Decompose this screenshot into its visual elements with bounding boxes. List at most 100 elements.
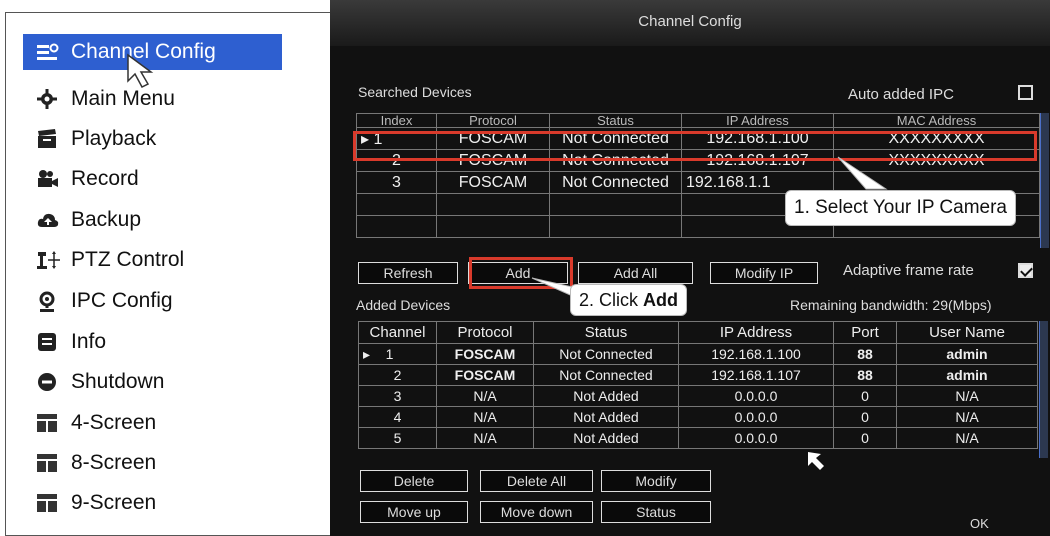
grid-icon [37,453,57,473]
mouse-cursor-icon [127,53,154,88]
menu-item-label: Info [71,330,107,353]
col-header-status[interactable]: Status [533,321,679,344]
col-header-index[interactable]: Index [356,113,437,128]
menu-item-label: 4-Screen [71,411,157,434]
table-cell: N/A [436,406,534,428]
table-row[interactable]: 2 FOSCAM Not Connected 192.168.1.107 88 … [358,364,1038,386]
modify-button[interactable]: Modify [601,470,711,492]
menu-item-ptz-control[interactable]: PTZ Control [23,242,283,278]
menu-item-playback[interactable]: Playback [23,121,283,157]
table-cell: Not Connected [533,364,679,386]
table-cell: N/A [436,385,534,407]
menu-item-shutdown[interactable]: Shutdown [23,364,283,400]
added-scrollbar[interactable] [1039,321,1048,458]
table-row[interactable]: ▸ 1 FOSCAM Not Connected 192.168.1.100 8… [358,343,1038,365]
table-cell: ▸ 1 [358,343,437,365]
cloud-icon [37,210,59,230]
table-cell: N/A [896,427,1038,449]
refresh-button[interactable]: Refresh [358,262,458,284]
table-cell: 2 [358,364,437,386]
col-header-port[interactable]: Port [833,321,897,344]
grid-icon [37,493,57,513]
menu-item-ipc-config[interactable]: IPC Config [23,283,283,319]
menu-item-label: 8-Screen [71,451,157,474]
col-header-status[interactable]: Status [549,113,682,128]
adaptive-frame-rate-checkbox[interactable] [1018,263,1033,278]
added-devices-table: Channel Protocol Status IP Address Port … [358,321,1038,449]
move-up-button[interactable]: Move up [360,501,468,523]
step1-highlight-box [353,131,1037,161]
auto-added-checkbox[interactable] [1018,85,1033,100]
adaptive-frame-rate-label: Adaptive frame rate [843,262,974,279]
table-cell: FOSCAM [436,171,550,194]
table-cell: 88 [833,364,897,386]
col-header-user-name[interactable]: User Name [896,321,1038,344]
col-header-protocol[interactable]: Protocol [436,113,550,128]
table-cell [549,193,682,216]
menu-item-8-screen[interactable]: 8-Screen [23,445,283,481]
table-row[interactable]: 3 N/A Not Added 0.0.0.0 0 N/A [358,385,1038,407]
menu-item-label: 9-Screen [71,491,157,514]
auto-added-label: Auto added IPC [848,86,954,103]
table-cell: Not Connected [549,171,682,194]
menu-item-backup[interactable]: Backup [23,202,283,238]
delete-button[interactable]: Delete [360,470,468,492]
col-header-ip-address[interactable]: IP Address [681,113,834,128]
menu-item-record[interactable]: Record [23,161,283,197]
table-row[interactable]: 5 N/A Not Added 0.0.0.0 0 N/A [358,427,1038,449]
menu-item-info[interactable]: Info [23,324,283,360]
searched-devices-label: Searched Devices [358,84,472,100]
menu-item-label: Main Menu [71,87,175,110]
table-cell: Not Added [533,427,679,449]
col-header-ip-address[interactable]: IP Address [678,321,834,344]
side-menu: Channel Config Main Menu Playback Record… [5,12,330,536]
table-cell: 0.0.0.0 [678,427,834,449]
searched-scrollbar[interactable] [1040,113,1049,248]
menu-item-4-screen[interactable]: 4-Screen [23,405,283,441]
remaining-bandwidth-label: Remaining bandwidth: 29(Mbps) [790,297,992,313]
ptz-icon [37,250,60,270]
table-cell: admin [896,343,1038,365]
table-row[interactable]: 4 N/A Not Added 0.0.0.0 0 N/A [358,406,1038,428]
col-header-channel[interactable]: Channel [358,321,437,344]
table-cell [549,215,682,238]
table-cell: 3 [356,171,437,194]
table-cell: Not Added [533,406,679,428]
menu-item-label: IPC Config [71,289,173,312]
table-cell: 0 [833,406,897,428]
delete-all-button[interactable]: Delete All [480,470,593,492]
table-cell [436,215,550,238]
added-devices-label: Added Devices [356,297,451,313]
ok-button[interactable]: OK [970,516,989,531]
table-cell: 0 [833,427,897,449]
table-cell [356,193,437,216]
row-selected-arrow-icon: ▸ [363,345,386,362]
table-cell: 0.0.0.0 [678,406,834,428]
menu-item-label: PTZ Control [71,248,185,271]
info-list-icon [37,332,57,352]
table-cell: N/A [436,427,534,449]
table-cell: 3 [358,385,437,407]
table-cell: Not Connected [533,343,679,365]
table-cell: FOSCAM [436,364,534,386]
move-down-button[interactable]: Move down [480,501,593,523]
menu-item-label: Shutdown [71,370,165,393]
col-header-mac-address[interactable]: MAC Address [833,113,1040,128]
menu-item-label: Backup [71,208,142,231]
grid-icon [37,413,57,433]
camera-icon [37,169,58,189]
dialog-title: Channel Config [330,0,1050,46]
step2-callout: 2. Click Add [570,284,688,316]
menu-item-label: Record [71,167,139,190]
gear-icon [37,89,57,109]
clapperboard-icon [37,129,57,149]
add-all-button[interactable]: Add All [578,262,693,284]
table-cell: 4 [358,406,437,428]
col-header-protocol[interactable]: Protocol [436,321,534,344]
table-cell: N/A [896,385,1038,407]
channel-config-dialog: Channel Config Searched Devices Auto add… [330,0,1050,536]
table-cell: 192.168.1.107 [678,364,834,386]
menu-item-9-screen[interactable]: 9-Screen [23,485,283,521]
modify-ip-button[interactable]: Modify IP [710,262,818,284]
status-button[interactable]: Status [601,501,711,523]
